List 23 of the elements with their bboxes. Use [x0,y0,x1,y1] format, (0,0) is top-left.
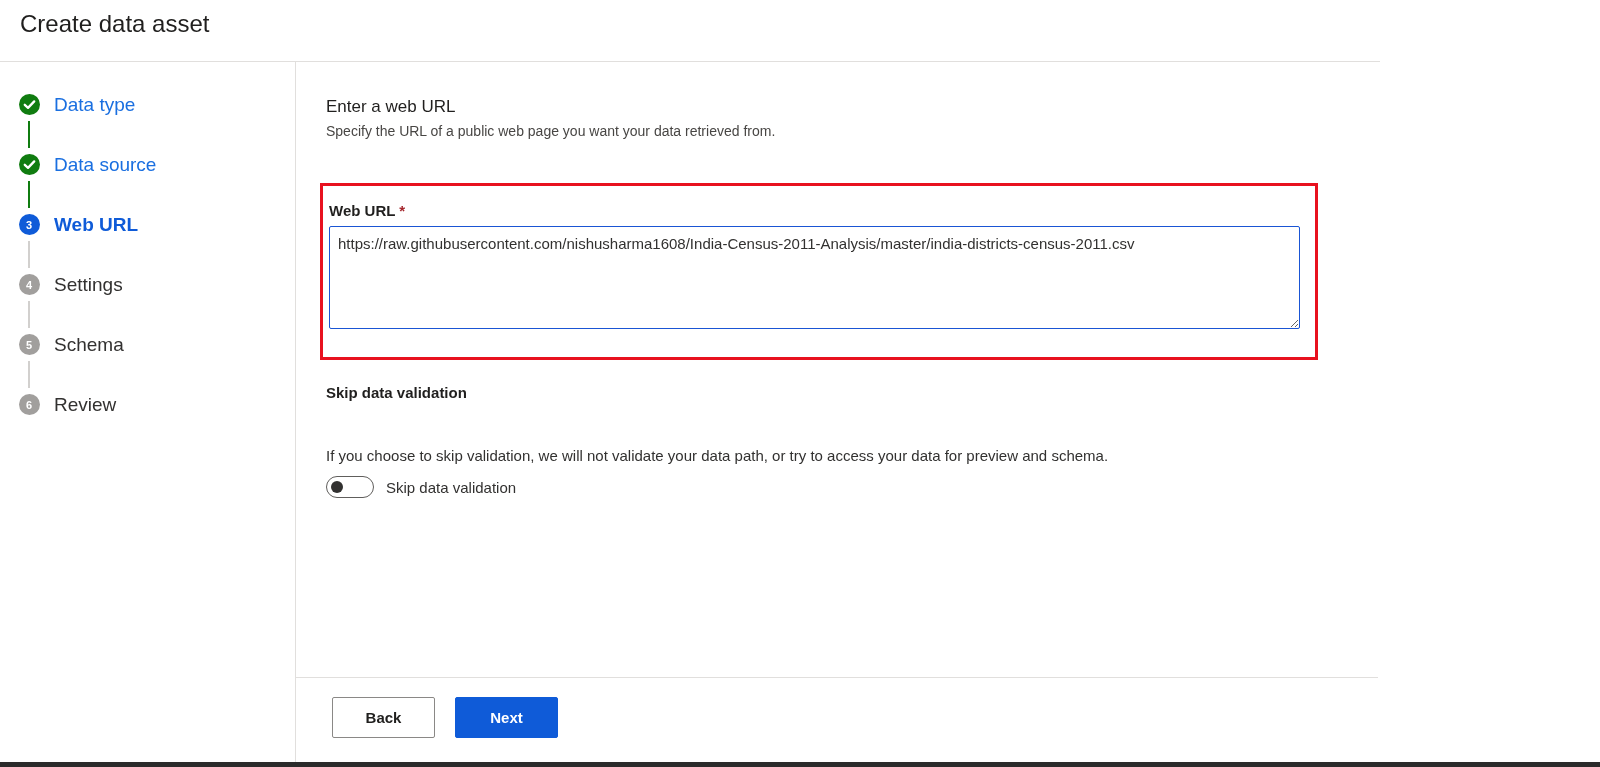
next-button[interactable]: Next [455,697,558,738]
skip-description: If you choose to skip validation, we will not validate your data path, or try to access your data for preview and schema. [326,447,1110,464]
step-link[interactable]: Schema [54,334,124,355]
step-link[interactable]: Data type [54,94,136,115]
toggle-switch[interactable] [326,476,374,498]
section-title: Enter a web URL [326,97,457,117]
step-number: 3 [18,214,40,235]
toggle-label: Skip data validation [386,478,517,496]
step-link[interactable]: Settings [54,274,123,295]
window-title: Create data asset [20,10,211,38]
section-description: Specify the URL of a public web page you want your data retrieved from. [326,123,777,139]
step-link[interactable]: Review [54,394,117,415]
step-number: 5 [18,334,40,355]
step-link[interactable]: Web URL [54,214,139,235]
step-link[interactable]: Data source [54,154,157,175]
check-circle-icon [18,154,40,175]
step-number: 6 [18,394,40,415]
field-label: Web URL * [329,202,407,219]
section-subtitle: Skip data validation [326,384,468,401]
check-circle-icon [18,94,40,115]
url-input-field[interactable]: https://raw.githubusercontent.com/nishusharma1608/India-Census-2011-Analysis/master/india-districts-census-2011.csv [329,226,1300,329]
step-number: 4 [18,274,40,295]
back-button[interactable]: Back [332,697,435,738]
